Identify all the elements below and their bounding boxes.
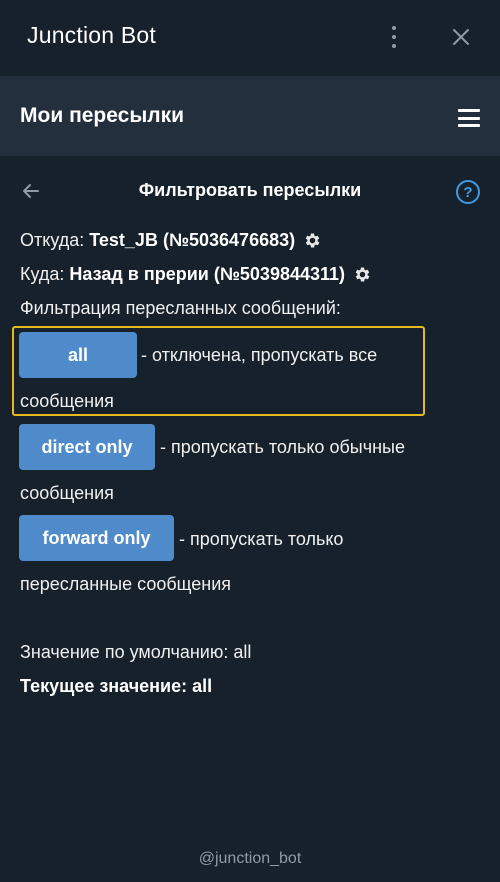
source-chat-name: Test_JB (№5036476683) [89,230,296,250]
bot-handle: @junction_bot [198,850,302,867]
direct-only-option-description-cont: сообщения [20,483,114,503]
forward-only-option-description-cont: пересланные сообщения [20,574,232,594]
all-option-description-cont: сообщения [20,391,114,411]
more-vertical-icon[interactable] [384,24,404,50]
all-button[interactable]: all [19,332,137,378]
source-label: Откуда: [20,230,85,250]
forward-only-button[interactable]: forward only [19,515,174,561]
filter-page-title: Фильтровать пересылки [138,180,362,200]
filtering-label: Фильтрация пересланных сообщений: [20,298,341,318]
destination-chat-row: Куда: Назад в прерии (№5039844311) [20,264,372,285]
all-option-description: - отключена, пропускать все [141,345,378,365]
gear-icon[interactable] [353,265,372,284]
page-title: Мои пересылки [20,104,185,127]
app-title: Junction Bot [27,22,156,48]
destination-chat-name: Назад в прерии (№5039844311) [69,264,346,284]
source-chat-row: Откуда: Test_JB (№5036476683) [20,230,322,251]
default-value-text: Значение по умолчанию: all [20,642,252,662]
close-icon[interactable] [449,25,473,49]
gear-icon[interactable] [303,231,322,250]
forward-only-option-description: - пропускать только [179,529,344,549]
help-icon[interactable]: ? [456,180,480,204]
current-value-text: Текущее значение: all [20,676,213,696]
direct-only-option-description: - пропускать только обычные [160,437,405,457]
direct-only-button[interactable]: direct only [19,424,155,470]
destination-label: Куда: [20,264,65,284]
hamburger-menu-icon[interactable] [458,109,480,127]
